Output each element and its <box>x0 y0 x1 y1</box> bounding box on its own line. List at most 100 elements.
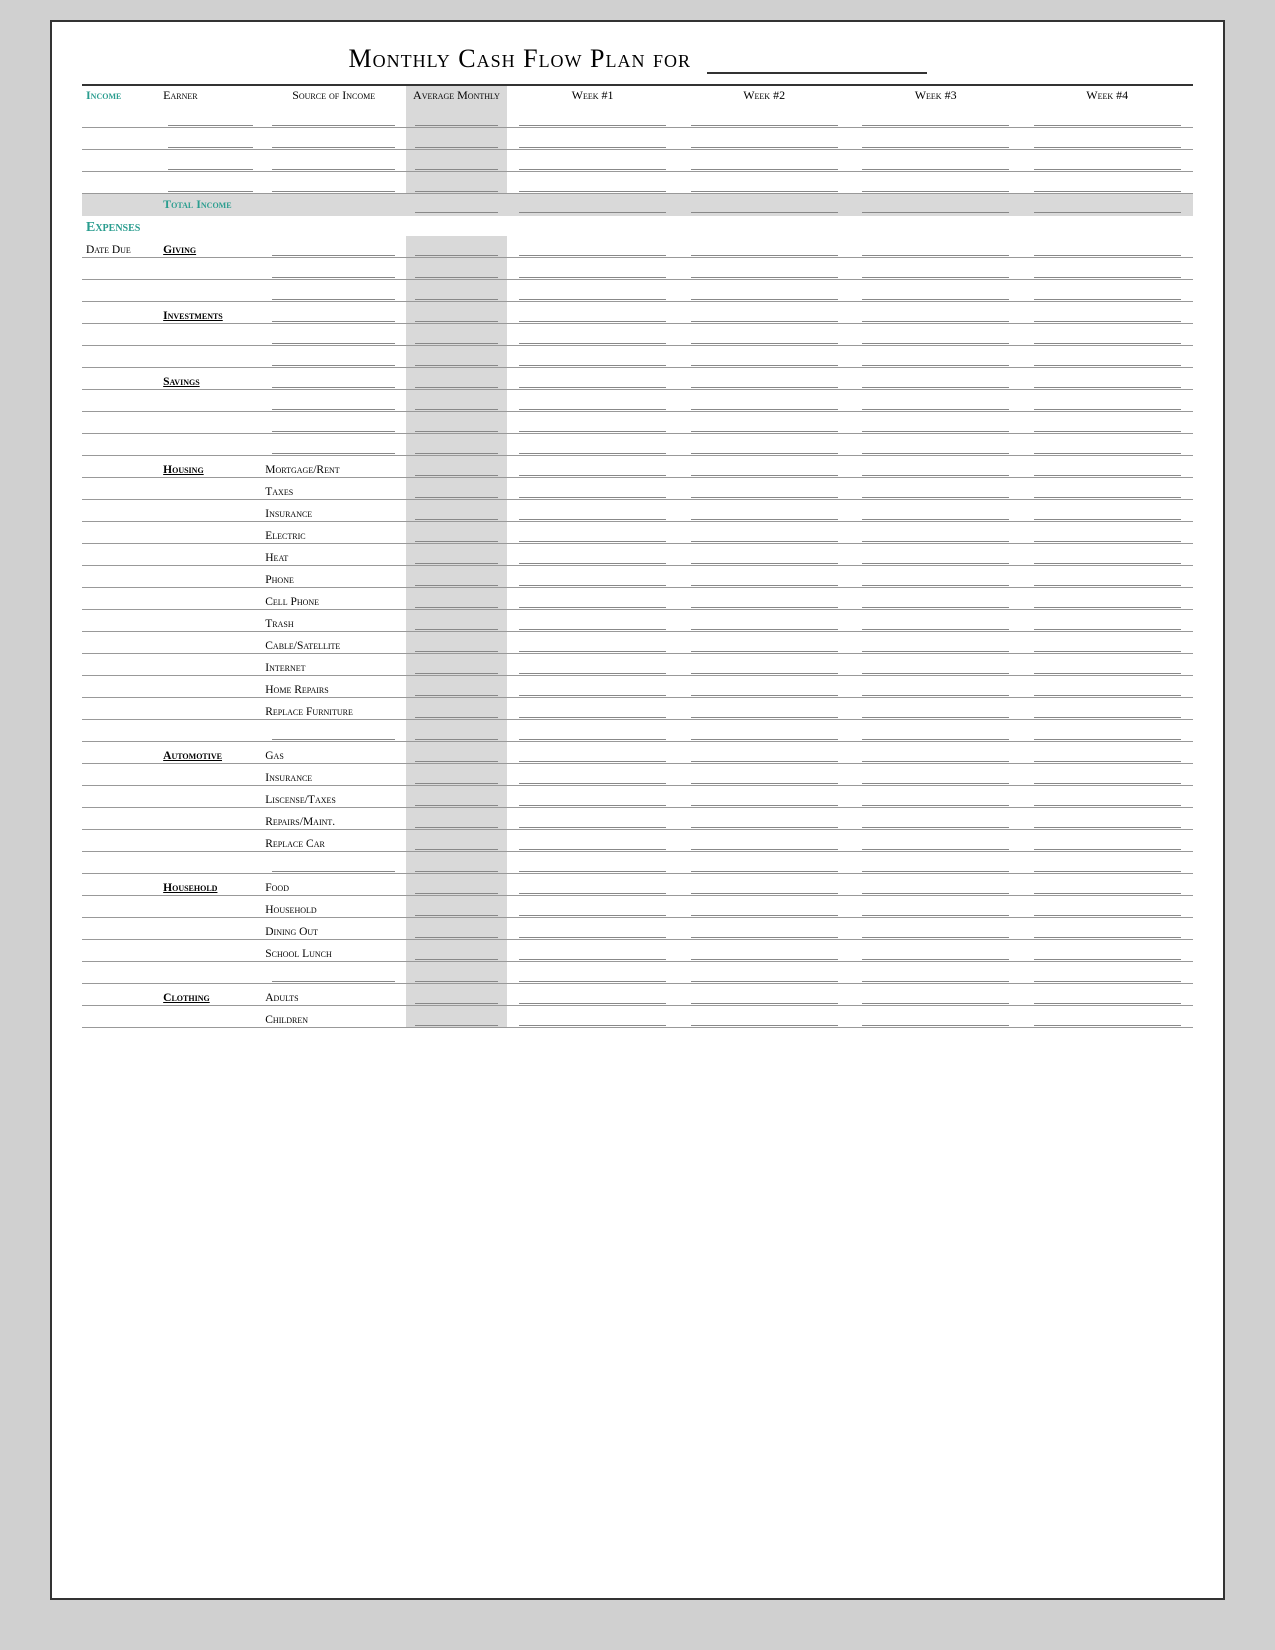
investments-row-3 <box>82 346 1193 368</box>
week1-input-1[interactable] <box>519 110 666 126</box>
hh-extra-row <box>82 962 1193 984</box>
housing-cellphone-row: Cell Phone <box>82 588 1193 610</box>
avg-input-3[interactable] <box>415 154 499 170</box>
income-row-2 <box>82 127 1193 149</box>
week1-input-4[interactable] <box>519 176 666 192</box>
giving-w2-1[interactable] <box>691 240 838 256</box>
savings-row-3 <box>82 412 1193 434</box>
source-input-2[interactable] <box>272 132 395 148</box>
household-label: Household <box>159 874 261 896</box>
giving-w3-1[interactable] <box>862 240 1009 256</box>
page-title: Monthly Cash Flow Plan for <box>82 42 1193 74</box>
total-income-label: Total Income <box>159 193 406 216</box>
auto-repairs-row: Repairs/Maint. <box>82 808 1193 830</box>
income-row-4 <box>82 171 1193 193</box>
source-input-3[interactable] <box>272 154 395 170</box>
savings-row-2 <box>82 390 1193 412</box>
housing-trash-row: Trash <box>82 610 1193 632</box>
earner-input-1[interactable] <box>168 110 253 126</box>
title-underline <box>707 42 927 74</box>
avg-input-1[interactable] <box>415 110 499 126</box>
giving-avg-2[interactable] <box>415 262 499 278</box>
housing-insurance-row: Insurance <box>82 500 1193 522</box>
earner-input-3[interactable] <box>168 154 253 170</box>
giving-w1-1[interactable] <box>519 240 666 256</box>
housing-extra-row <box>82 720 1193 742</box>
savings-label: Savings <box>159 368 261 390</box>
date-due-label: Date Due <box>82 236 159 258</box>
auto-license-row: Liscense/Taxes <box>82 786 1193 808</box>
hh-lunch-row: School Lunch <box>82 940 1193 962</box>
week2-input-3[interactable] <box>691 154 838 170</box>
giving-source-1[interactable] <box>272 240 395 256</box>
earner-input-2[interactable] <box>168 132 253 148</box>
clothing-label: Clothing <box>159 984 261 1006</box>
week2-input-1[interactable] <box>691 110 838 126</box>
week1-header: Week #1 <box>507 85 679 105</box>
week2-input-2[interactable] <box>691 132 838 148</box>
total-avg[interactable] <box>415 197 499 213</box>
avg-input-4[interactable] <box>415 176 499 192</box>
hh-food-row: Household Food <box>82 874 1193 896</box>
clothing-adults-row: Clothing Adults <box>82 984 1193 1006</box>
giving-row-2 <box>82 258 1193 280</box>
giving-row-1: Date Due Giving <box>82 236 1193 258</box>
source-header: Source of Income <box>261 85 406 105</box>
housing-furniture-row: Replace Furniture <box>82 698 1193 720</box>
savings-row-4 <box>82 434 1193 456</box>
week4-header: Week #4 <box>1021 85 1193 105</box>
week3-input-2[interactable] <box>862 132 1009 148</box>
housing-phone-row: Phone <box>82 566 1193 588</box>
housing-electric-row: Electric <box>82 522 1193 544</box>
housing-heat-row: Heat <box>82 544 1193 566</box>
expenses-header-row: Expenses <box>82 216 1193 236</box>
earner-header: Earner <box>159 85 261 105</box>
hh-dining-row: Dining Out <box>82 918 1193 940</box>
housing-internet-row: Internet <box>82 654 1193 676</box>
auto-extra-row <box>82 852 1193 874</box>
week1-input-3[interactable] <box>519 154 666 170</box>
week4-input-3[interactable] <box>1034 154 1181 170</box>
week3-header: Week #3 <box>850 85 1022 105</box>
total-week3[interactable] <box>862 197 1009 213</box>
investments-label: Investments <box>159 302 261 324</box>
main-table: Income Earner Source of Income Average M… <box>82 84 1193 1028</box>
week3-input-1[interactable] <box>862 110 1009 126</box>
source-input-4[interactable] <box>272 176 395 192</box>
week1-input-2[interactable] <box>519 132 666 148</box>
giving-source-3[interactable] <box>272 284 395 300</box>
week3-input-3[interactable] <box>862 154 1009 170</box>
housing-cable-row: Cable/Satellite <box>82 632 1193 654</box>
title-text: Monthly Cash Flow Plan for <box>348 44 691 73</box>
earner-input-4[interactable] <box>168 176 253 192</box>
giving-w4-1[interactable] <box>1034 240 1181 256</box>
investments-row-2 <box>82 324 1193 346</box>
avg-input-2[interactable] <box>415 132 499 148</box>
auto-insurance-row: Insurance <box>82 764 1193 786</box>
week4-input-4[interactable] <box>1034 176 1181 192</box>
investments-row-1: Investments <box>82 302 1193 324</box>
housing-repairs-row: Home Repairs <box>82 676 1193 698</box>
header-row: Income Earner Source of Income Average M… <box>82 85 1193 105</box>
income-header: Income <box>82 85 159 105</box>
housing-taxes-row: Taxes <box>82 478 1193 500</box>
income-row-1 <box>82 105 1193 127</box>
week4-input-2[interactable] <box>1034 132 1181 148</box>
giving-source-2[interactable] <box>272 262 395 278</box>
housing-label: Housing <box>159 456 261 478</box>
total-week2[interactable] <box>691 197 838 213</box>
automotive-label: Automotive <box>159 742 261 764</box>
auto-replace-row: Replace Car <box>82 830 1193 852</box>
savings-row-1: Savings <box>82 368 1193 390</box>
source-input-1[interactable] <box>272 110 395 126</box>
week3-input-4[interactable] <box>862 176 1009 192</box>
avg-header: Average Monthly <box>406 85 507 105</box>
giving-row-3 <box>82 280 1193 302</box>
total-week4[interactable] <box>1034 197 1181 213</box>
week2-input-4[interactable] <box>691 176 838 192</box>
total-week1[interactable] <box>519 197 666 213</box>
giving-avg-1[interactable] <box>415 240 499 256</box>
page: Monthly Cash Flow Plan for Income Earner… <box>50 20 1225 1600</box>
week4-input-1[interactable] <box>1034 110 1181 126</box>
hh-household-row: Household <box>82 896 1193 918</box>
